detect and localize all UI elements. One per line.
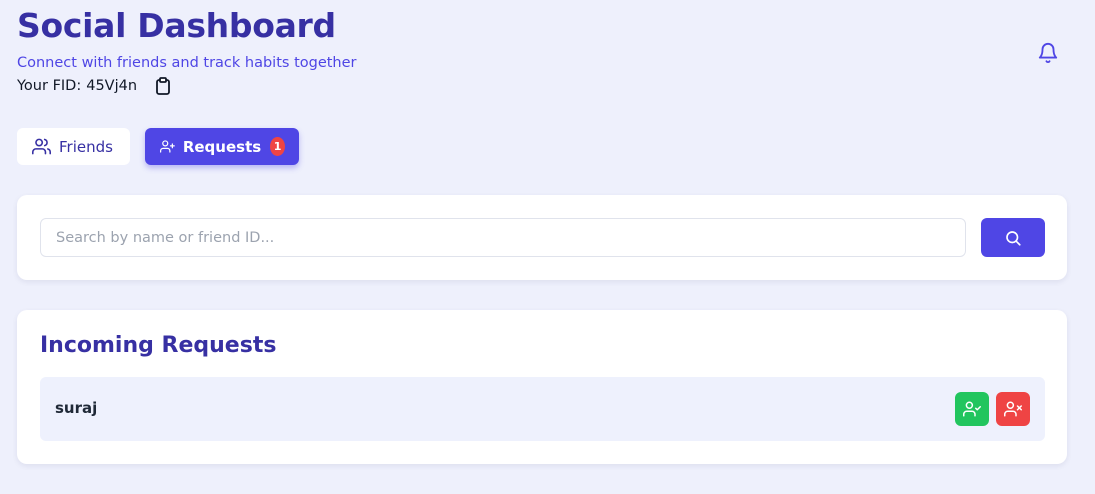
requests-count-badge: 1 [270,137,285,156]
bell-icon [1038,43,1058,64]
clipboard-icon [156,77,170,95]
fid-display: Your FID: 45Vj4n [17,78,137,94]
incoming-requests-card: Incoming Requests suraj [17,310,1067,464]
tab-requests-label: Requests [182,137,262,156]
accept-request-button[interactable] [955,392,989,426]
tab-requests[interactable]: Requests 1 [145,128,299,165]
user-x-icon [1004,401,1022,417]
page-title: Social Dashboard [17,6,336,45]
decline-request-button[interactable] [996,392,1030,426]
social-dashboard-page: Social Dashboard Connect with friends an… [0,0,1095,494]
users-icon [32,138,51,155]
search-button[interactable] [981,218,1045,257]
tab-friends[interactable]: Friends [17,128,130,165]
user-check-icon [963,401,981,417]
fid-label: Your FID: [17,78,82,94]
copy-fid-button[interactable] [155,77,171,95]
fid-value: 45Vj4n [86,78,138,94]
search-input[interactable] [40,218,966,257]
section-title: Incoming Requests [40,333,277,358]
tab-friends-label: Friends [59,137,113,156]
requester-name: suraj [55,399,98,417]
fid-row: Your FID: 45Vj4n [17,77,171,95]
page-subtitle: Connect with friends and track habits to… [17,55,357,71]
search-icon [1006,230,1021,246]
notifications-button[interactable] [1035,40,1061,66]
search-card [17,195,1067,280]
list-item: suraj [40,377,1045,441]
tab-bar: Friends Requests 1 [17,128,299,165]
user-plus-icon [160,140,175,153]
